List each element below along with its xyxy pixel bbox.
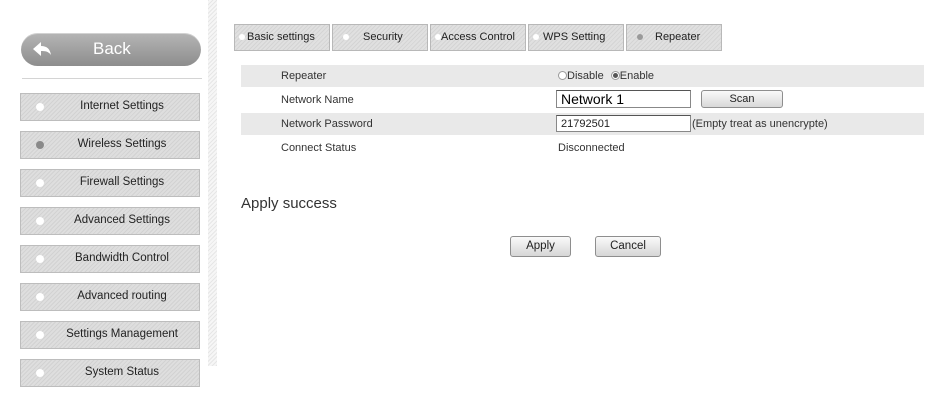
sidebar-item-settings-management[interactable]: Settings Management [20, 321, 200, 349]
network-password-value: 21792501 [561, 118, 610, 130]
sidebar: Back Internet Settings Wireless Settings… [0, 0, 208, 387]
bullet-icon [36, 293, 44, 301]
tab-basic-settings[interactable]: Basic settings [234, 24, 330, 51]
sidebar-item-system-status[interactable]: System Status [20, 359, 200, 387]
bullet-icon [36, 179, 44, 187]
bullet-icon [533, 34, 539, 40]
connect-status-row: Connect Status Disconnected [241, 137, 924, 159]
sidebar-item-firewall-settings[interactable]: Firewall Settings [20, 169, 200, 197]
network-password-row: Network Password 21792501 (Empty treat a… [241, 113, 924, 135]
sidebar-menu: Internet Settings Wireless Settings Fire… [20, 93, 200, 397]
bullet-icon [36, 255, 44, 263]
enable-radio-label: Enable [619, 70, 655, 82]
sidebar-divider [208, 0, 217, 366]
bullet-icon [343, 34, 349, 40]
tab-label: Basic settings [247, 31, 315, 43]
sidebar-item-label: System Status [84, 366, 160, 378]
sidebar-item-label: Firewall Settings [79, 176, 165, 188]
sidebar-item-advanced-routing[interactable]: Advanced routing [20, 283, 200, 311]
tab-label: Security [363, 31, 403, 43]
tab-label: Access Control [441, 31, 515, 43]
scan-button[interactable]: Scan [701, 90, 783, 108]
bullet-icon [36, 369, 44, 377]
cancel-button[interactable]: Cancel [595, 236, 661, 257]
back-button[interactable]: Back [21, 33, 201, 66]
tab-access-control[interactable]: Access Control [430, 24, 526, 51]
bullet-icon [239, 34, 245, 40]
sidebar-item-internet-settings[interactable]: Internet Settings [20, 93, 200, 121]
network-name-row: Network Name Network 1 Scan [241, 89, 924, 111]
disable-radio[interactable] [558, 70, 567, 80]
network-name-value: Network 1 [561, 91, 625, 107]
password-hint: (Empty treat as unencrypte) [692, 118, 828, 130]
disable-radio-label: Disable [567, 70, 604, 82]
sidebar-item-label: Wireless Settings [77, 138, 167, 150]
back-arrow-icon [31, 39, 53, 59]
network-password-label: Network Password [281, 118, 373, 130]
sidebar-item-wireless-settings[interactable]: Wireless Settings [20, 131, 200, 159]
apply-success-message: Apply success [241, 195, 337, 212]
apply-button[interactable]: Apply [510, 236, 571, 257]
repeater-row: Repeater Disable Enable [241, 65, 924, 87]
tab-label: WPS Setting [543, 31, 606, 43]
tab-security[interactable]: Security [332, 24, 428, 51]
network-password-input[interactable]: 21792501 [556, 115, 691, 132]
bullet-icon [36, 217, 44, 225]
sidebar-item-advanced-settings[interactable]: Advanced Settings [20, 207, 200, 235]
tab-repeater[interactable]: Repeater [626, 24, 722, 51]
sidebar-item-label: Settings Management [66, 328, 178, 340]
sidebar-item-label: Internet Settings [80, 100, 164, 112]
connect-status-value: Disconnected [558, 142, 625, 154]
sidebar-separator [22, 78, 202, 79]
tab-wps-setting[interactable]: WPS Setting [528, 24, 624, 51]
bullet-icon [36, 331, 44, 339]
connect-status-label: Connect Status [281, 142, 357, 154]
repeater-options: Disable Enable [558, 70, 654, 82]
network-name-label: Network Name [281, 94, 354, 106]
sidebar-item-label: Advanced routing [77, 290, 167, 302]
enable-radio[interactable] [610, 70, 620, 80]
tab-label: Repeater [655, 31, 701, 43]
bullet-icon [637, 34, 643, 40]
sidebar-item-label: Advanced Settings [74, 214, 170, 226]
network-name-input[interactable]: Network 1 [556, 90, 691, 108]
bullet-icon [36, 103, 44, 111]
back-button-label: Back [93, 39, 131, 58]
repeater-label: Repeater [281, 70, 327, 82]
bullet-icon [36, 141, 44, 149]
sidebar-item-label: Bandwidth Control [75, 252, 169, 264]
repeater-form: Repeater Disable Enable Network Name Net… [241, 65, 924, 161]
sidebar-item-bandwidth-control[interactable]: Bandwidth Control [20, 245, 200, 273]
